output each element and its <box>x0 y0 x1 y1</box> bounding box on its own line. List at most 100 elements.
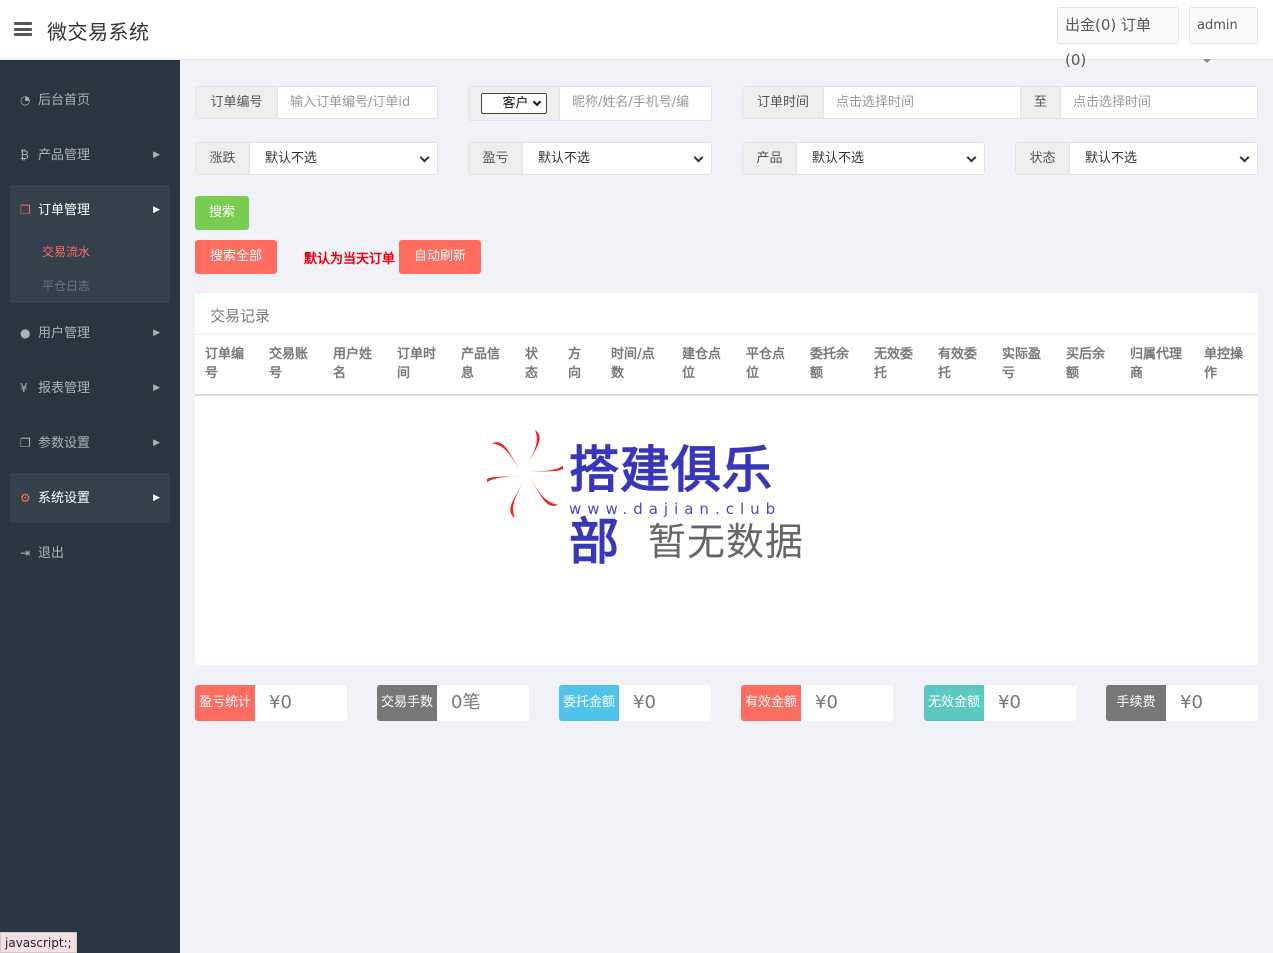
column-header[interactable]: 交易账号 <box>269 345 308 383</box>
table-header: 订单编号 交易账号 用户姓名 订单时间 产品信息 状态 方向 时间/点数 建仓点… <box>195 335 1258 396</box>
sidebar-item-reports[interactable]: ¥ 报表管理 ▶ <box>10 363 170 413</box>
sidebar-item-users[interactable]: ● 用户管理 ▶ <box>10 308 170 358</box>
stat-value: ¥0 <box>998 692 1021 713</box>
column-header[interactable]: 平仓点位 <box>746 345 785 383</box>
profit-group: 盈亏 默认不选 <box>468 142 712 175</box>
stat-label: 有效金额 <box>741 685 801 721</box>
time-from-input[interactable] <box>824 87 1020 118</box>
submenu-item-close-log[interactable]: 平仓日志 <box>42 277 90 294</box>
rise-fall-group: 涨跌 默认不选 <box>195 142 438 175</box>
product-label: 产品 <box>743 143 797 174</box>
column-header[interactable]: 有效委托 <box>938 345 977 383</box>
stat-entrust-amount: 委托金额 ¥0 <box>559 685 711 721</box>
column-header[interactable]: 买后余额 <box>1066 345 1105 383</box>
stat-value: 0笔 <box>451 692 481 713</box>
time-to-input[interactable] <box>1061 87 1257 118</box>
caret-down-icon <box>1203 58 1211 63</box>
stat-label: 交易手数 <box>377 685 437 721</box>
column-header[interactable]: 用户姓名 <box>333 345 372 383</box>
app-title: 微交易系统 <box>47 20 150 44</box>
to-label: 至 <box>1020 87 1061 118</box>
panel-title: 交易记录 <box>210 307 271 325</box>
column-header[interactable]: 无效委托 <box>874 345 913 383</box>
chevron-down-icon <box>1239 152 1250 163</box>
chevron-right-icon: ▶ <box>153 150 160 160</box>
menu-toggle-icon[interactable] <box>14 22 32 36</box>
watermark-url: www.dajian.club <box>569 500 782 518</box>
rise-fall-label: 涨跌 <box>196 143 250 174</box>
column-header[interactable]: 实际盈亏 <box>1002 345 1041 383</box>
column-header[interactable]: 订单时间 <box>397 345 436 383</box>
rise-fall-select[interactable]: 默认不选 <box>250 143 437 174</box>
user-name: admin <box>1197 18 1238 33</box>
sidebar-item-system[interactable]: ⚙ 系统设置 ▶ <box>10 473 170 523</box>
chevron-down-icon <box>532 97 542 107</box>
sidebar-item-home[interactable]: ◔ 后台首页 <box>10 75 170 125</box>
stat-valid-amount: 有效金额 ¥0 <box>741 685 893 721</box>
stat-value: ¥0 <box>269 692 292 713</box>
stat-trade-count: 交易手数 0笔 <box>377 685 529 721</box>
product-select[interactable]: 默认不选 <box>797 143 984 174</box>
column-header[interactable]: 委托余额 <box>810 345 849 383</box>
stat-label: 盈亏统计 <box>195 685 255 721</box>
auto-refresh-button[interactable]: 自动刷新 <box>399 240 481 274</box>
default-today-note: 默认为当天订单 <box>304 252 396 267</box>
column-header[interactable]: 订单编号 <box>205 345 244 383</box>
column-header[interactable]: 归属代理商 <box>1130 345 1182 383</box>
order-time-group: 订单时间 至 <box>742 86 1258 119</box>
sidebar-item-orders[interactable]: ❐ 订单管理 ▶ <box>10 185 170 235</box>
profit-select[interactable]: 默认不选 <box>523 143 711 174</box>
chevron-right-icon: ▶ <box>153 438 160 448</box>
sidebar-item-products[interactable]: ₿ 产品管理 ▶ <box>10 130 170 180</box>
column-header[interactable]: 方向 <box>568 345 581 383</box>
column-header[interactable]: 状态 <box>525 345 538 383</box>
browser-status-bar: javascript:; <box>0 932 77 953</box>
stat-value: ¥0 <box>633 692 656 713</box>
bitcoin-icon: ₿ <box>20 148 29 162</box>
stat-fee: 手续费 ¥0 <box>1106 685 1258 721</box>
user-icon: ● <box>20 326 31 340</box>
order-no-label: 订单编号 <box>196 87 278 118</box>
chevron-right-icon: ▶ <box>153 205 160 215</box>
sidebar-item-params[interactable]: ❐ 参数设置 ▶ <box>10 418 170 468</box>
column-header[interactable]: 单控操作 <box>1204 345 1243 383</box>
column-header[interactable]: 时间/点数 <box>611 345 655 383</box>
stat-label: 手续费 <box>1106 685 1166 721</box>
status-label: 状态 <box>1016 143 1070 174</box>
search-button[interactable]: 搜索 <box>195 196 249 230</box>
order-no-group: 订单编号 <box>195 86 438 119</box>
watermark-logo: 搭建俱乐部 www.dajian.club <box>487 428 787 571</box>
chevron-down-icon <box>693 152 704 163</box>
order-no-input[interactable] <box>278 87 437 118</box>
column-header[interactable]: 产品信息 <box>461 345 500 383</box>
status-select[interactable]: 默认不选 <box>1070 143 1257 174</box>
product-group: 产品 默认不选 <box>742 142 985 175</box>
stat-value: ¥0 <box>815 692 838 713</box>
chevron-right-icon: ▶ <box>153 493 160 503</box>
column-header[interactable]: 建仓点位 <box>682 345 721 383</box>
order-time-label: 订单时间 <box>743 87 824 118</box>
orders-submenu: 交易流水 平仓日志 <box>10 235 170 303</box>
stat-value: ¥0 <box>1180 692 1203 713</box>
chevron-right-icon: ▶ <box>153 383 160 393</box>
stat-label: 无效金额 <box>924 685 984 721</box>
chevron-right-icon: ▶ <box>153 328 160 338</box>
status-group: 状态 默认不选 <box>1015 142 1258 175</box>
cogs-icon: ⚙ <box>20 491 31 505</box>
customer-type-select[interactable]: 客户 <box>481 93 547 114</box>
sidebar-item-logout[interactable]: ⇥ 退出 <box>10 528 170 578</box>
stat-label: 委托金额 <box>559 685 619 721</box>
profit-label: 盈亏 <box>469 143 523 174</box>
user-menu-button[interactable]: admin <box>1189 7 1258 63</box>
chevron-down-icon <box>966 152 977 163</box>
top-header: 微交易系统 出金(0) 订单(0) admin <box>0 0 1273 69</box>
pinwheel-logo-icon <box>487 430 563 518</box>
chevron-down-icon <box>419 152 430 163</box>
copy-icon: ❐ <box>20 436 31 450</box>
customer-input[interactable] <box>560 87 711 118</box>
yen-icon: ¥ <box>20 381 28 395</box>
submenu-item-trade-flow[interactable]: 交易流水 <box>42 243 90 260</box>
stat-profit: 盈亏统计 ¥0 <box>195 685 347 721</box>
orders-notice-button[interactable]: 出金(0) 订单(0) <box>1057 7 1179 69</box>
search-all-button[interactable]: 搜索全部 <box>195 240 277 274</box>
